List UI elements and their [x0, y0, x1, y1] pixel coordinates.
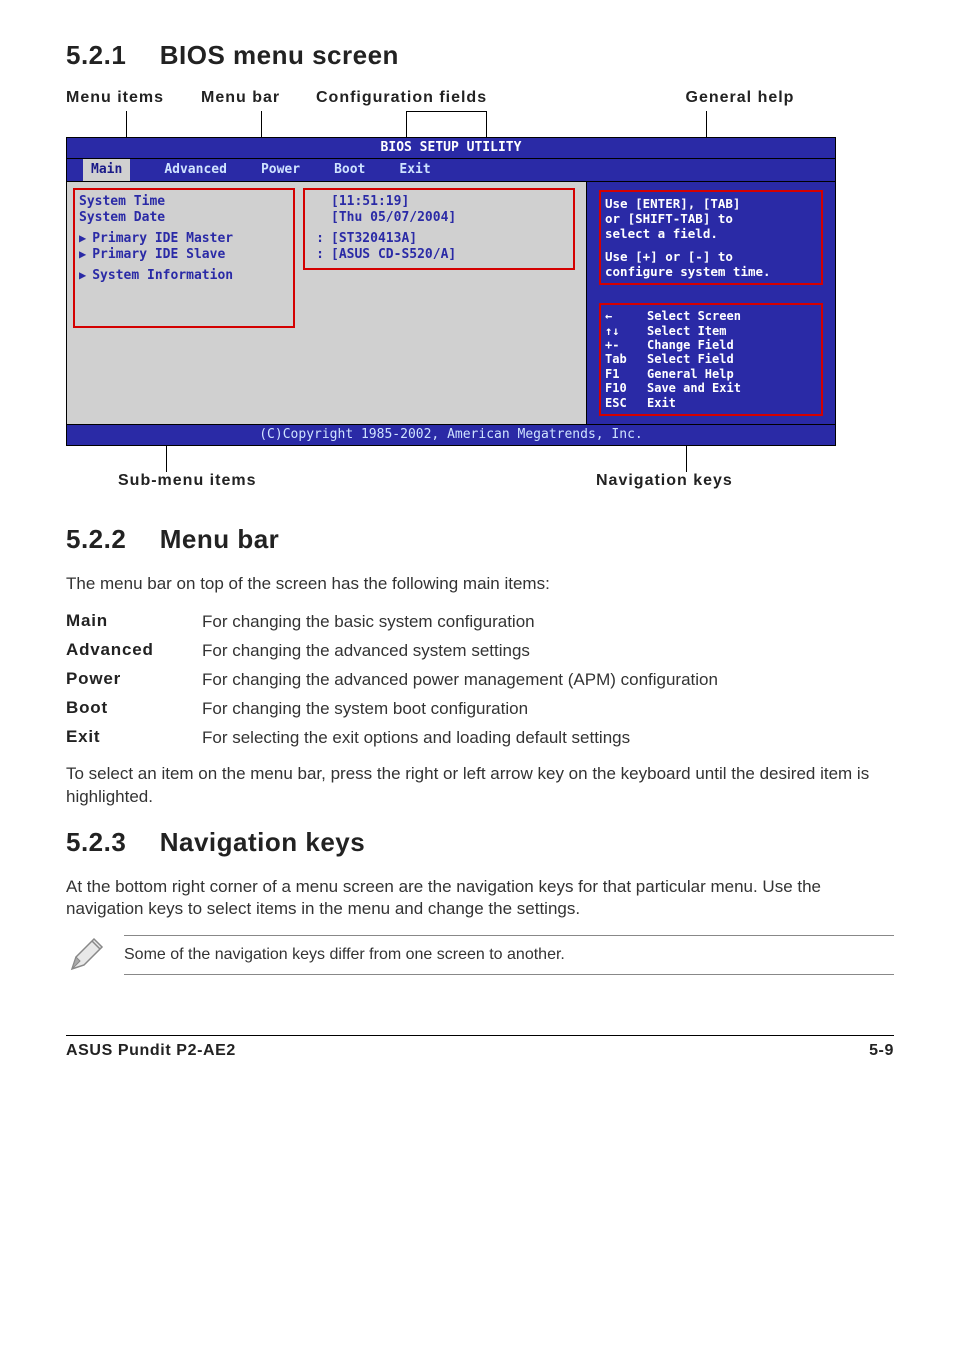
submenu-chevron-icon: ▶	[79, 247, 92, 261]
bios-screenshot: BIOS SETUP UTILITY Main Advanced Power B…	[66, 137, 836, 446]
label-menu-bar: Menu bar	[201, 89, 316, 107]
value-system-time[interactable]: [11:51:19]	[331, 194, 409, 209]
label-navigation-keys: Navigation keys	[596, 472, 733, 490]
heading-521: 5.2.1 BIOS menu screen	[66, 40, 894, 71]
bios-tab-boot[interactable]: Boot	[334, 159, 365, 181]
nav-label: General Help	[647, 367, 734, 381]
nav-key: F1	[605, 367, 647, 381]
menubar-outro: To select an item on the menu bar, press…	[66, 763, 894, 809]
note-text: Some of the navigation keys differ from …	[124, 935, 894, 975]
item-desc: For changing the advanced system setting…	[192, 637, 762, 666]
heading-523: 5.2.3 Navigation keys	[66, 827, 894, 858]
help-line: select a field.	[605, 226, 817, 241]
nav-label: Exit	[647, 396, 676, 410]
menubar-items-table: MainFor changing the basic system config…	[66, 608, 762, 753]
label-config-fields: Configuration fields	[316, 89, 586, 107]
menuitem-system-information[interactable]: ▶System Information	[79, 268, 289, 284]
menuitem-primary-ide-slave[interactable]: ▶Primary IDE Slave	[79, 247, 289, 263]
nav-label: Select Screen	[647, 309, 741, 323]
item-desc: For selecting the exit options and loadi…	[192, 724, 762, 753]
value-system-date[interactable]: [Thu 05/07/2004]	[331, 210, 456, 225]
nav-key: F10	[605, 381, 647, 395]
diagram-top-labels: Menu items Menu bar Configuration fields…	[66, 89, 894, 107]
nav-key: +-	[605, 338, 647, 352]
nav-label: Select Item	[647, 324, 726, 338]
footer-page-number: 5-9	[869, 1042, 894, 1060]
bios-right-pane: Use [ENTER], [TAB] or [SHIFT-TAB] to sel…	[587, 182, 835, 424]
heading-523-title: Navigation keys	[160, 827, 365, 857]
bios-left-pane: System Time System Date ▶Primary IDE Mas…	[67, 182, 587, 424]
footer-product: ASUS Pundit P2-AE2	[66, 1042, 236, 1060]
help-line: Use [ENTER], [TAB]	[605, 196, 817, 211]
bios-tab-power[interactable]: Power	[261, 159, 300, 181]
heading-522-num: 5.2.2	[66, 524, 152, 555]
pencil-icon	[66, 935, 106, 975]
nav-label: Change Field	[647, 338, 734, 352]
heading-521-title: BIOS menu screen	[160, 40, 399, 70]
callout-navigation-keys: ←Select Screen ↑↓Select Item +-Change Fi…	[599, 303, 823, 416]
help-line: or [SHIFT-TAB] to	[605, 211, 817, 226]
note-box: Some of the navigation keys differ from …	[66, 935, 894, 975]
value-ide-slave: [ASUS CD-S520/A]	[331, 247, 456, 262]
item-key: Boot	[66, 695, 192, 724]
submenu-chevron-icon: ▶	[79, 231, 92, 245]
help-line: Use [+] or [-] to	[605, 249, 817, 264]
label-submenu-items: Sub-menu items	[118, 472, 256, 490]
label-general-help: General help	[586, 89, 894, 107]
callout-menu-items: System Time System Date ▶Primary IDE Mas…	[73, 188, 295, 328]
item-key: Main	[66, 608, 192, 637]
bios-tab-main[interactable]: Main	[83, 159, 130, 181]
bios-menu-bar: Main Advanced Power Boot Exit	[67, 159, 835, 182]
bios-title: BIOS SETUP UTILITY	[67, 138, 835, 159]
bios-copyright: (C)Copyright 1985-2002, American Megatre…	[67, 424, 835, 445]
heading-523-num: 5.2.3	[66, 827, 152, 858]
page-footer: ASUS Pundit P2-AE2 5-9	[66, 1035, 894, 1060]
label-menu-items: Menu items	[66, 89, 201, 107]
nav-key: ESC	[605, 396, 647, 410]
navkeys-body: At the bottom right corner of a menu scr…	[66, 876, 894, 922]
nav-label: Select Field	[647, 352, 734, 366]
callout-general-help: Use [ENTER], [TAB] or [SHIFT-TAB] to sel…	[599, 190, 823, 285]
callout-connectors-top	[66, 111, 894, 137]
item-desc: For changing the system boot configurati…	[192, 695, 762, 724]
menuitem-primary-ide-master[interactable]: ▶Primary IDE Master	[79, 231, 289, 247]
help-line: configure system time.	[605, 264, 817, 279]
item-desc: For changing the basic system configurat…	[192, 608, 762, 637]
nav-label: Save and Exit	[647, 381, 741, 395]
diagram-bottom-labels: Sub-menu items Navigation keys	[66, 472, 836, 494]
item-desc: For changing the advanced power manageme…	[192, 666, 762, 695]
arrows-updown-icon: ↑↓	[605, 324, 647, 338]
item-key: Advanced	[66, 637, 192, 666]
callout-config-fields: [11:51:19] [Thu 05/07/2004] :[ST320413A]…	[303, 188, 575, 270]
heading-522-title: Menu bar	[160, 524, 280, 554]
heading-522: 5.2.2 Menu bar	[66, 524, 894, 555]
bios-tab-advanced[interactable]: Advanced	[164, 159, 227, 181]
item-key: Exit	[66, 724, 192, 753]
nav-key: Tab	[605, 352, 647, 366]
item-key: Power	[66, 666, 192, 695]
menuitem-system-time[interactable]: System Time	[79, 194, 289, 210]
menuitem-system-date[interactable]: System Date	[79, 210, 289, 226]
callout-connectors-bottom	[66, 446, 836, 472]
submenu-chevron-icon: ▶	[79, 268, 92, 282]
menubar-intro: The menu bar on top of the screen has th…	[66, 573, 894, 596]
heading-521-num: 5.2.1	[66, 40, 152, 71]
arrow-left-icon: ←	[605, 309, 647, 323]
bios-tab-exit[interactable]: Exit	[399, 159, 430, 181]
value-ide-master: [ST320413A]	[331, 231, 417, 246]
